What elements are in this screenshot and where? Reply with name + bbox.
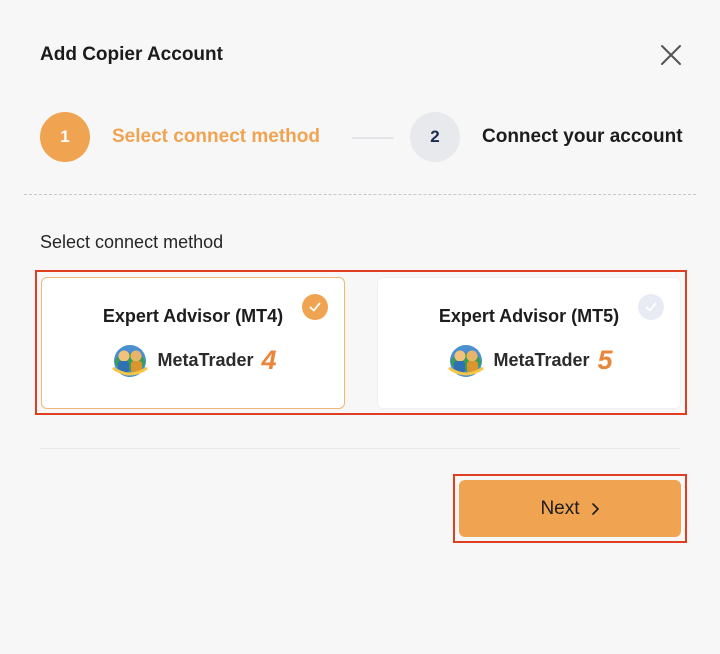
check-icon: [638, 294, 664, 320]
metatrader4-logo: MetaTrader 4: [42, 340, 344, 380]
step-connector: [352, 137, 394, 139]
step-1-label: Select connect method: [112, 126, 320, 147]
footer-divider: [40, 448, 680, 449]
option-card-mt4[interactable]: Expert Advisor (MT4) MetaTrader 4: [41, 277, 345, 409]
chevron-right-icon: [591, 502, 599, 515]
check-icon: [302, 294, 328, 320]
next-button-label: Next: [540, 497, 580, 519]
brand-version-mt4: 4: [261, 344, 277, 375]
metatrader5-logo: MetaTrader 5: [378, 340, 680, 380]
divider: [24, 194, 696, 195]
metatrader-logo-icon: [112, 345, 149, 377]
option-card-mt5[interactable]: Expert Advisor (MT5) MetaTrader 5: [377, 277, 681, 409]
section-label: Select connect method: [40, 232, 224, 252]
step-1-circle: 1: [40, 112, 90, 162]
metatrader-logo-icon: [448, 345, 485, 377]
stepper: 1 Select connect method 2 Connect your a…: [40, 112, 700, 162]
option-title-mt5: Expert Advisor (MT5): [438, 306, 620, 326]
step-2-circle: 2: [410, 112, 460, 162]
brand-name-mt5: MetaTrader: [493, 349, 590, 370]
next-button[interactable]: Next: [459, 480, 681, 537]
brand-name-mt4: MetaTrader: [157, 349, 254, 370]
brand-version-mt5: 5: [597, 344, 613, 375]
dialog-title: Add Copier Account: [40, 44, 223, 65]
step-2-label: Connect your account: [482, 126, 683, 147]
option-title-mt4: Expert Advisor (MT4): [102, 306, 284, 326]
close-icon[interactable]: [658, 42, 684, 68]
